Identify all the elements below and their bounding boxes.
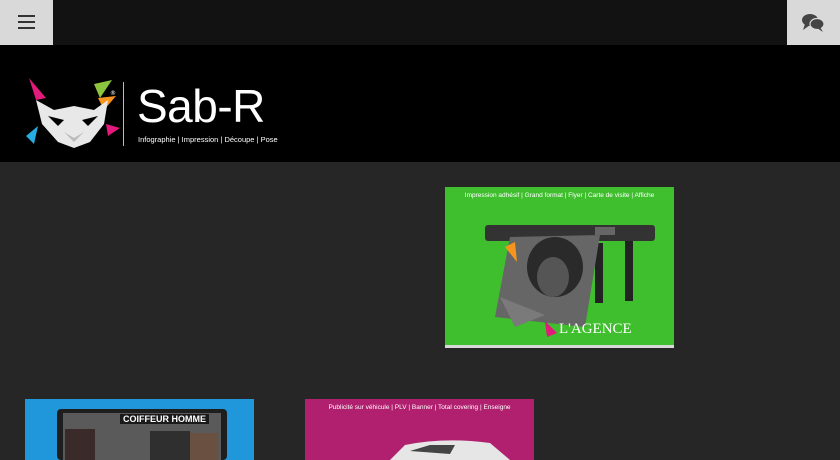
card-vehicule[interactable]: Publicité sur véhicule | PLV | Banner | … (305, 399, 534, 460)
chat-button[interactable] (787, 0, 840, 45)
van-image (390, 440, 510, 460)
card-title: L'AGENCE (559, 321, 632, 337)
brand-tagline: Infographie | Impression | Découpe | Pos… (138, 135, 278, 144)
logo-divider (123, 82, 124, 146)
chat-bubbles-icon (802, 14, 825, 32)
site-header (0, 45, 840, 162)
card-caption: COIFFEUR HOMME (120, 414, 209, 424)
registered-mark: ® (110, 90, 116, 97)
fox-mask-logo-icon (26, 78, 120, 148)
top-bar (0, 0, 840, 45)
menu-button[interactable] (0, 0, 53, 45)
brand-name: Sab-R (137, 80, 265, 132)
card-agence[interactable]: Impression adhésif | Grand format | Flye… (445, 187, 674, 348)
card-coiffeur[interactable]: COIFFEUR HOMME (25, 399, 254, 460)
laptop-image (57, 409, 227, 460)
